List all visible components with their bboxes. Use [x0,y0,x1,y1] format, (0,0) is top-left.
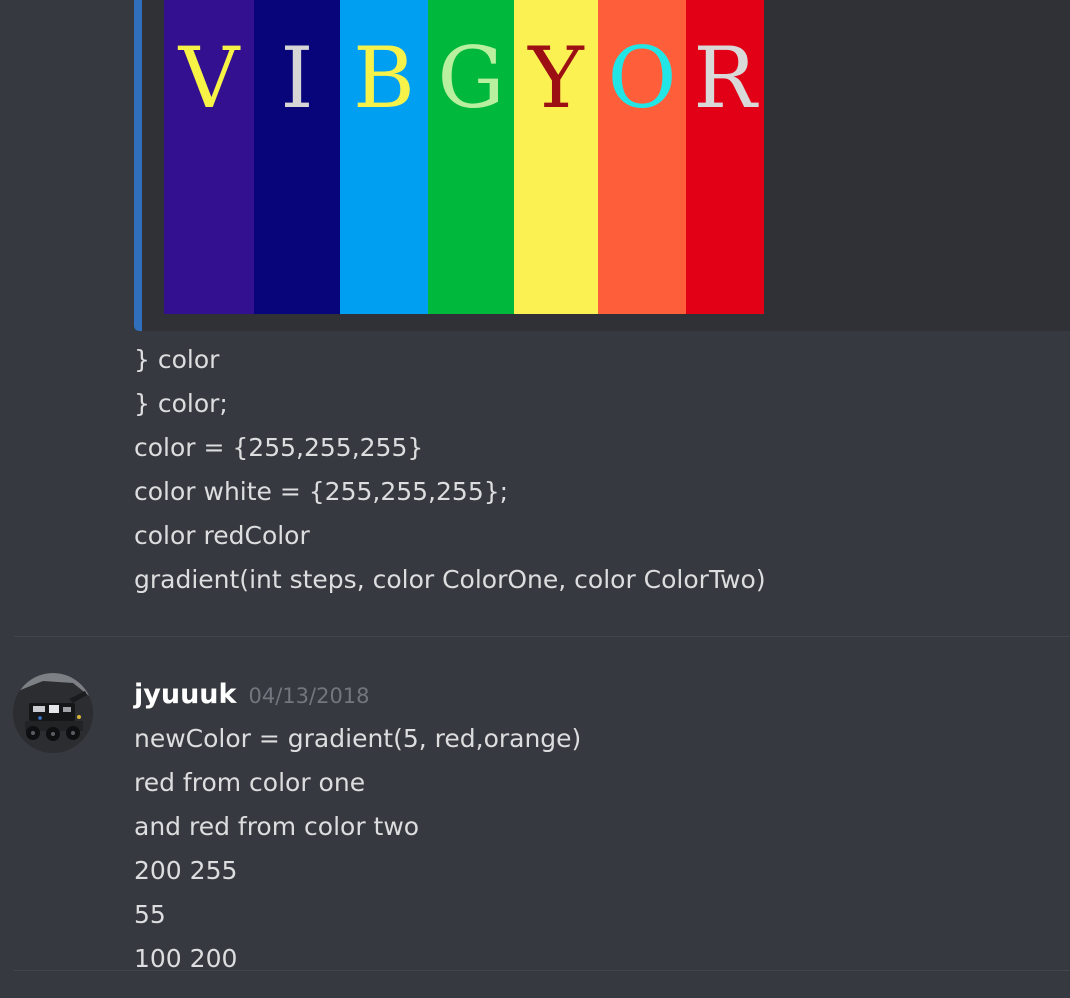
stripe-red: R [686,0,764,314]
robot-photo-icon [13,673,93,753]
message-line: color = {255,255,255} [134,433,424,462]
message-line: and red from color two [134,812,420,841]
username[interactable]: jyuuuk [134,673,236,717]
stripe-indigo: I [254,0,340,314]
message-line: red from color one [134,768,366,797]
stripe-letter: V [178,29,240,127]
stripe-green: G [428,0,514,314]
message-header: jyuuuk 04/13/2018 [134,673,370,717]
message-divider [14,970,1070,971]
stripe-letter: B [353,29,415,127]
embed-image-vibgyor[interactable]: V I B G Y O R [164,0,764,314]
message-line: gradient(int steps, color ColorOne, colo… [134,565,766,594]
chat-messages: V I B G Y O R } color } color; color = {… [0,0,1070,998]
stripe-blue: B [340,0,428,314]
stripe-orange: O [598,0,686,314]
message-line: } color [134,345,220,374]
message-line: color redColor [134,521,310,550]
stripe-letter: O [607,29,677,127]
stripe-letter: G [437,29,505,127]
avatar[interactable] [13,673,93,753]
message-line: } color; [134,389,228,418]
message-line: 200 255 [134,856,238,885]
message-line: 55 [134,900,166,929]
message-line: color white = {255,255,255}; [134,477,509,506]
timestamp: 04/13/2018 [248,684,370,708]
message-line: 100 200 [134,944,238,973]
stripe-letter: R [693,29,757,127]
stripe-yellow: Y [514,0,598,314]
stripe-letter: I [280,29,314,127]
stripe-violet: V [164,0,254,314]
message-line: newColor = gradient(5, red,orange) [134,724,582,753]
message-divider [14,636,1070,637]
stripe-letter: Y [528,29,584,127]
